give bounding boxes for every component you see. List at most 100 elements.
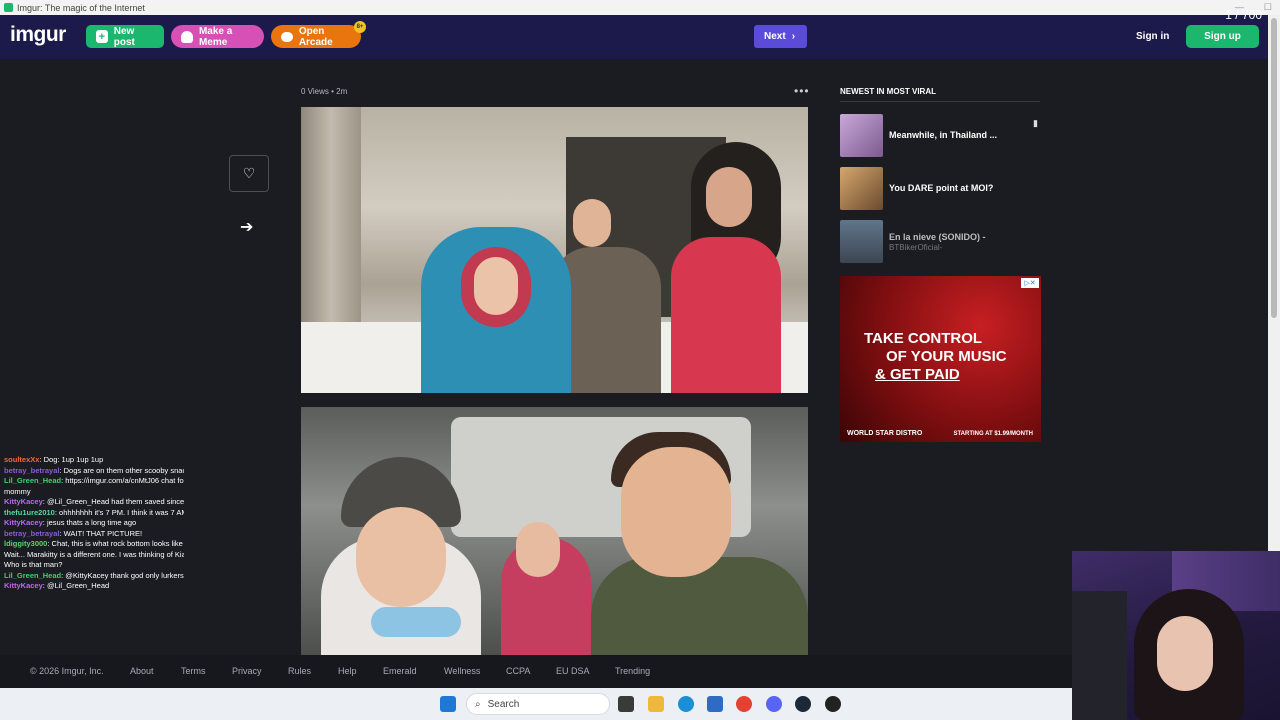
chat-text: @KittyKacey thank god only lurkers saw t… [65,570,184,580]
favorite-button[interactable]: ♡ [229,155,269,192]
viral-item-title: En la nieve (SONIDO) - [889,231,986,242]
footer-link-rules[interactable]: Rules [288,666,311,676]
chevron-right-icon: › [791,31,796,42]
chat-username[interactable]: betray_betrayal [4,529,59,538]
chat-message: Who is that man? [4,560,184,571]
maximize-icon[interactable]: ☐ [1264,2,1272,13]
imgur-logo[interactable]: imgur [10,23,66,47]
advertisement-banner[interactable]: ▷✕ TAKE CONTROL OF YOUR MUSIC & GET PAID… [840,276,1041,442]
more-options-icon[interactable]: ••• [794,84,810,98]
chat-username[interactable]: betray_betrayal [4,466,59,475]
ad-line-1: TAKE CONTROL [864,330,983,347]
share-arrow-icon[interactable]: ➔ [240,217,253,237]
browser-tab-title: Imgur: The magic of the Internet [17,2,145,13]
search-placeholder: Search [487,698,520,710]
footer-link-ccpa[interactable]: CCPA [506,666,530,676]
windows-taskbar: ⌕ Search [0,688,1072,720]
new-post-button[interactable]: + New post [86,25,164,48]
footer-link-trending[interactable]: Trending [615,666,650,676]
post-views: 0 Views [301,87,329,96]
task-view-icon[interactable] [618,696,634,712]
footer-link-eu-dsa[interactable]: EU DSA [556,666,590,676]
pin-icon[interactable]: ▮ [1033,118,1038,129]
streamer-webcam [1072,551,1280,720]
imgur-header: imgur + New post Make a Meme Open Arcade… [0,15,1268,59]
chat-username[interactable]: Lil_Green_Head [4,476,61,485]
discord-icon[interactable] [766,696,782,712]
viral-item[interactable]: En la nieve (SONIDO) - BTBikerOficial- [840,219,1040,263]
make-meme-button[interactable]: Make a Meme [171,25,264,48]
arcade-badge: 8+ [354,21,366,33]
taskbar-search[interactable]: ⌕ Search [466,693,610,715]
chat-username[interactable]: KittyKacey [4,497,43,506]
chat-message: KittyKacey: jesus thats a long time ago [4,518,137,527]
viral-thumbnail [840,166,883,210]
chat-username[interactable]: Lil_Green_Head [4,571,61,580]
meta-separator: • [331,87,334,96]
chat-text: Dog: 1up 1up 1up [43,455,104,464]
chat-username[interactable]: soultexXx [4,455,39,464]
sign-in-link[interactable]: Sign in [1126,25,1179,48]
chat-text: jesus thats a long time ago [46,518,137,527]
ad-choices-icon[interactable]: ▷✕ [1021,278,1039,288]
chat-text: ohhhhhhh it's 7 PM. I think it was 7 AM,… [59,507,184,517]
sidebar-heading: NEWEST IN MOST VIRAL [840,87,936,96]
store-icon[interactable] [707,696,723,712]
next-post-button[interactable]: Next › [754,25,807,48]
post-image-hotel-room [301,107,808,393]
imgur-favicon-icon [4,3,13,12]
stream-counter: 1 / 700 [1225,8,1262,22]
footer-link-wellness[interactable]: Wellness [444,666,480,676]
chat-username[interactable]: KittyKacey [4,581,43,590]
chat-message: KittyKacey: @Lil_Green_Head had them sav… [4,497,184,508]
chat-message: Wait... Marakitty is a different one. I … [4,550,184,561]
chat-username[interactable]: thefu1ure2010 [4,508,55,517]
chat-message: KittyKacey: @Lil_Green_Head [4,581,110,590]
chat-username[interactable]: ldiggity3000 [4,539,47,548]
footer-link-help[interactable]: Help [338,666,357,676]
post-meta: 0 Views • 2m [301,87,347,96]
footer-link-about[interactable]: About [130,666,154,676]
chat-message: soultexXx: Dog: 1up 1up 1up [4,455,104,464]
ad-line-3: & GET PAID [875,366,960,383]
footer-link-emerald[interactable]: Emerald [383,666,417,676]
chat-text: https://imgur.com/a/cnMtJ06 chat found a… [65,476,184,485]
scrollbar-thumb[interactable] [1271,18,1277,318]
chat-text: @Lil_Green_Head [46,581,110,590]
sign-up-button[interactable]: Sign up [1186,25,1259,48]
steam-icon[interactable] [795,696,811,712]
file-explorer-icon[interactable] [648,696,664,712]
gamepad-icon [281,31,293,42]
browser-title-bar: Imgur: The magic of the Internet — ☐ [0,0,1280,15]
chrome-icon[interactable] [736,696,752,712]
chat-message: Lil_Green_Head: https://imgur.com/a/cnMt… [4,476,184,487]
chat-text: Wait... Marakitty is a different one. I … [4,549,184,559]
chat-message: betray_betrayal: Dogs are on them other … [4,466,184,477]
post-image-car-selfie [301,407,808,655]
edge-browser-icon[interactable] [678,696,694,712]
viral-item[interactable]: You DARE point at MOI? [840,166,1040,210]
viral-item-subtitle: BTBikerOficial- [889,242,943,252]
next-label: Next [764,31,786,42]
search-icon: ⌕ [475,698,481,710]
viral-thumbnail [840,219,883,263]
chat-message: ldiggity3000: Chat, this is what rock bo… [4,539,184,550]
footer-link-privacy[interactable]: Privacy [232,666,262,676]
stream-chat-overlay: soultexXx: Dog: 1up 1up 1up betray_betray… [4,455,184,592]
viral-item-title: Meanwhile, in Thailand ... [889,130,998,140]
chat-username[interactable]: KittyKacey [4,518,43,527]
sidebar-divider [840,101,1040,102]
chat-text: Who is that man? [4,560,63,569]
chat-text: mommy [4,486,31,496]
viral-item[interactable]: Meanwhile, in Thailand ... [840,113,1040,157]
open-arcade-button[interactable]: Open Arcade 8+ [271,21,366,48]
post-age: 2m [336,87,348,96]
footer-link-terms[interactable]: Terms [181,666,206,676]
chat-message: mommy [4,487,184,498]
ad-price: STARTING AT $1.99/MONTH [953,431,1033,437]
chat-message: betray_betrayal: WAIT! THAT PICTURE! [4,528,143,538]
chat-message: thefu1ure2010: ohhhhhhh it's 7 PM. I thi… [4,508,184,519]
windows-start-icon[interactable] [440,696,456,712]
obs-icon[interactable] [825,696,841,712]
chat-text: WAIT! THAT PICTURE! [63,528,143,538]
